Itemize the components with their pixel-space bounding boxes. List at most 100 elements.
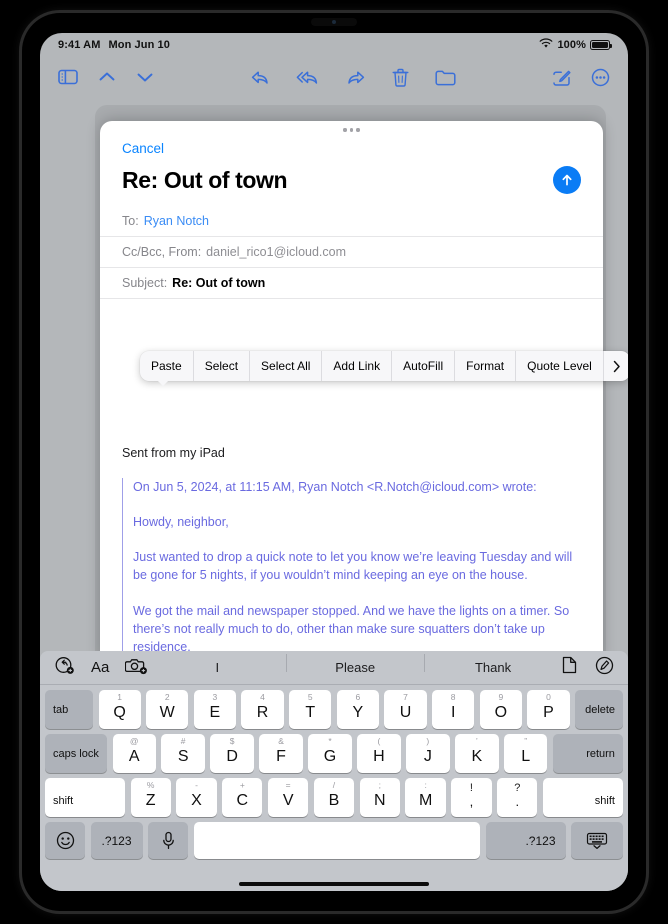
key-r[interactable]: 4R: [241, 690, 284, 729]
key-dismiss-keyboard[interactable]: [571, 822, 623, 859]
key-label: U: [399, 704, 412, 721]
from-field-value[interactable]: daniel_rico1@icloud.com: [206, 245, 346, 259]
chevron-down-icon[interactable]: [136, 70, 154, 84]
mail-body-editor[interactable]: Sent from my iPad On Jun 5, 2024, at 11:…: [100, 426, 603, 661]
key-y[interactable]: 6Y: [336, 690, 379, 729]
document-icon[interactable]: [562, 656, 577, 679]
subject-field-value[interactable]: Re: Out of town: [172, 276, 265, 290]
key-label: X: [191, 792, 202, 809]
menu-item-paste[interactable]: Paste: [140, 351, 194, 381]
key-z[interactable]: % Z: [130, 778, 171, 817]
key-alt-label: ’: [475, 736, 478, 746]
key-q[interactable]: 1Q: [98, 690, 141, 729]
key-label: L: [521, 748, 531, 765]
key-n[interactable]: ; N: [359, 778, 400, 817]
folder-icon[interactable]: [435, 69, 456, 86]
trash-icon[interactable]: [392, 68, 409, 87]
suggestion-item[interactable]: Thank: [424, 654, 562, 675]
suggestion-item[interactable]: Please: [286, 654, 424, 675]
key-label: delete: [585, 703, 616, 716]
mail-toolbar-left: [58, 69, 154, 85]
more-ellipsis-icon[interactable]: [591, 68, 610, 87]
key-m[interactable]: :M: [405, 778, 446, 817]
undo-with-badge-icon[interactable]: [54, 656, 75, 680]
key-j[interactable]: ) J: [406, 734, 450, 773]
key-caps-lock[interactable]: caps lock: [45, 734, 107, 773]
key-t[interactable]: 5T: [289, 690, 332, 729]
key-numeric-right[interactable]: .?123: [485, 822, 566, 859]
cancel-button[interactable]: Cancel: [122, 141, 164, 156]
markup-pen-circle-icon[interactable]: [595, 656, 614, 680]
key-emoji[interactable]: [45, 822, 85, 859]
menu-item-format[interactable]: Format: [455, 351, 517, 381]
key-space[interactable]: [193, 822, 480, 859]
forward-icon[interactable]: [346, 69, 366, 86]
quote-line: We got the mail and newspaper stopped. A…: [133, 603, 570, 654]
key-alt-label: ”: [524, 736, 528, 746]
key-alt-label: %: [146, 780, 155, 790]
menu-item-quote-level[interactable]: Quote Level: [516, 351, 604, 381]
camera-with-badge-icon[interactable]: [125, 656, 148, 680]
key-tab[interactable]: tab: [45, 690, 93, 729]
key-w[interactable]: 2W: [146, 690, 189, 729]
menu-item-select[interactable]: Select: [194, 351, 251, 381]
wifi-icon: [539, 38, 553, 52]
reply-all-icon[interactable]: [296, 69, 320, 86]
key-v[interactable]: = V: [267, 778, 309, 817]
text-format-button[interactable]: Aa: [91, 659, 109, 676]
to-field-row[interactable]: To: Ryan Notch: [100, 206, 603, 237]
key-shift-left[interactable]: shift: [45, 778, 125, 817]
key-x[interactable]: -X: [176, 778, 217, 817]
key-k[interactable]: ’ K: [455, 734, 499, 773]
key-o[interactable]: 9O: [479, 690, 522, 729]
to-field-value[interactable]: Ryan Notch: [144, 214, 209, 228]
key-i[interactable]: 8I: [432, 690, 475, 729]
compose-icon[interactable]: [552, 68, 571, 87]
key-label: W: [159, 704, 175, 721]
key-label: B: [328, 792, 340, 809]
key-d[interactable]: $ D: [210, 734, 254, 773]
menu-item-autofill[interactable]: AutoFill: [392, 351, 456, 381]
reply-icon[interactable]: [250, 69, 270, 86]
menu-caret: [157, 380, 169, 386]
send-button[interactable]: [553, 166, 581, 194]
sheet-grabber-handle[interactable]: [100, 121, 603, 139]
quote-line: On Jun 5, 2024, at 11:15 AM, Ryan Notch …: [133, 480, 537, 494]
key-numeric-left[interactable]: .?123: [90, 822, 143, 859]
key-label: F: [276, 748, 286, 765]
key-return[interactable]: return: [552, 734, 623, 773]
key-label: A: [128, 748, 140, 765]
key-e[interactable]: 3E: [193, 690, 236, 729]
key-label: C: [236, 792, 249, 809]
key-period-question[interactable]: ?.: [497, 778, 538, 817]
key-h[interactable]: (H: [357, 734, 401, 773]
key-l[interactable]: ” L: [504, 734, 548, 773]
key-alt-label: @: [129, 736, 139, 746]
subject-field-row[interactable]: Subject: Re: Out of town: [100, 268, 603, 299]
key-b[interactable]: / B: [313, 778, 355, 817]
key-c[interactable]: + C: [222, 778, 263, 817]
menu-item-add-link[interactable]: Add Link: [322, 351, 393, 381]
sidebar-toggle-icon[interactable]: [58, 69, 78, 85]
key-s[interactable]: # S: [161, 734, 205, 773]
ccbcc-from-field-row[interactable]: Cc/Bcc, From: daniel_rico1@icloud.com: [100, 237, 603, 268]
menu-more-button[interactable]: [604, 351, 628, 381]
suggestion-item[interactable]: I: [148, 660, 286, 675]
key-f[interactable]: & F: [259, 734, 303, 773]
key-delete[interactable]: delete: [575, 690, 624, 729]
key-p[interactable]: 0P: [527, 690, 570, 729]
key-microphone[interactable]: [148, 822, 188, 859]
key-g[interactable]: * G: [308, 734, 352, 773]
key-label: .: [515, 794, 520, 809]
key-label: Q: [113, 704, 126, 721]
key-label: Y: [352, 704, 364, 721]
key-alt-label: 0: [546, 692, 551, 702]
key-u[interactable]: 7U: [384, 690, 427, 729]
chevron-up-icon[interactable]: [98, 70, 116, 84]
key-a[interactable]: @ A: [112, 734, 156, 773]
key-alt-label: 2: [164, 692, 170, 702]
key-shift-right[interactable]: shift: [542, 778, 623, 817]
key-comma-exclamation[interactable]: !,: [451, 778, 492, 817]
menu-item-select-all[interactable]: Select All: [250, 351, 323, 381]
key-label: .?123: [525, 833, 556, 848]
